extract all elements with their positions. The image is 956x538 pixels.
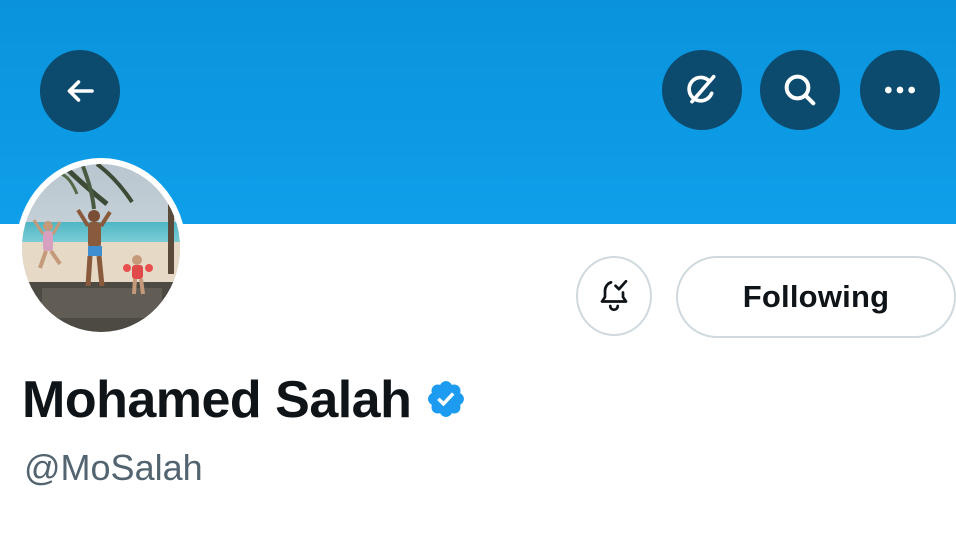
- arrow-left-icon: [62, 73, 98, 109]
- following-button[interactable]: Following: [676, 256, 956, 338]
- search-icon: [780, 70, 820, 110]
- following-label: Following: [742, 279, 890, 314]
- more-horizontal-icon: [880, 70, 920, 110]
- family-beach-photo: [22, 164, 180, 332]
- grok-button[interactable]: [662, 50, 742, 130]
- avatar[interactable]: [22, 164, 180, 332]
- notifications-button[interactable]: [576, 256, 652, 336]
- profile-handle: @MoSalah: [24, 447, 203, 488]
- avatar-frame: [16, 158, 186, 338]
- verified-badge-icon[interactable]: [425, 378, 467, 425]
- display-name: Mohamed Salah: [22, 371, 412, 429]
- back-button[interactable]: [40, 50, 120, 132]
- more-button[interactable]: [860, 50, 940, 130]
- profile-name-row: Mohamed Salah: [22, 370, 467, 430]
- grok-icon: [682, 70, 722, 110]
- bell-check-icon: [596, 276, 632, 317]
- search-button[interactable]: [760, 50, 840, 130]
